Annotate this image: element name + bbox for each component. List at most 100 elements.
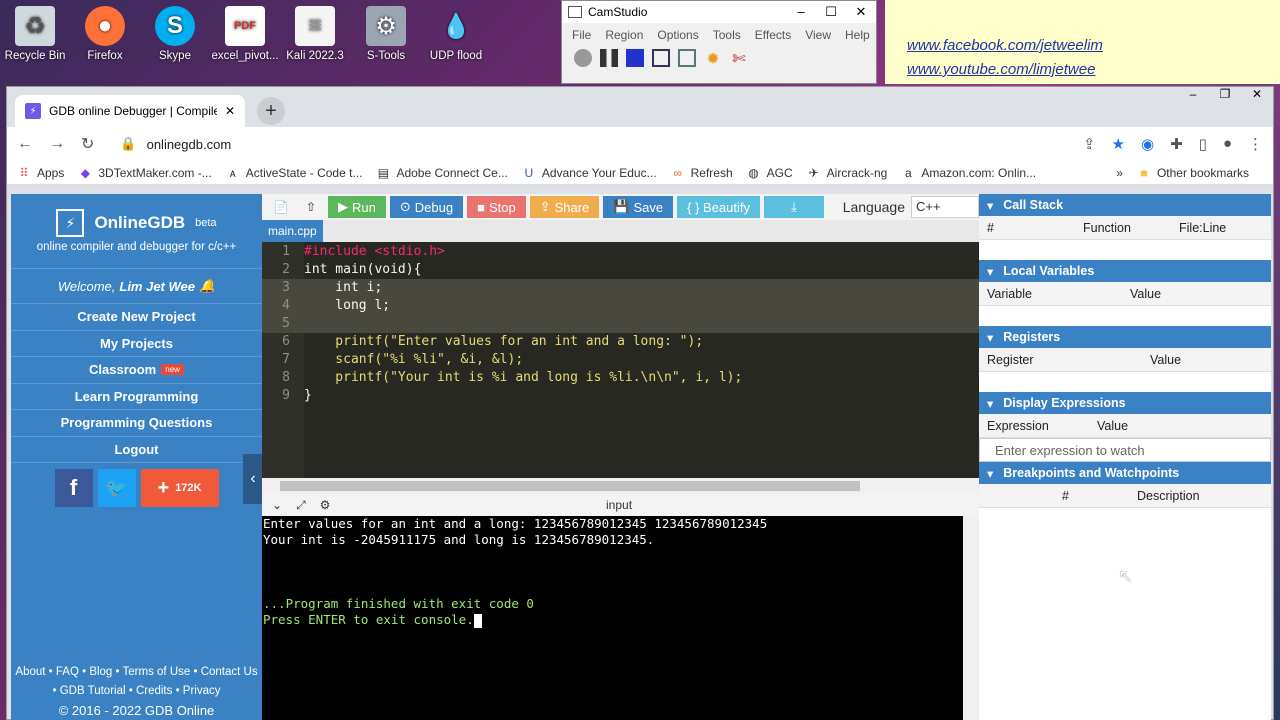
bookmark-apps[interactable]: ⠿ Apps <box>17 166 78 180</box>
desktop-icon-stools[interactable]: ⚙ S-Tools <box>346 6 426 62</box>
sidepanel-icon[interactable]: ▯ <box>1199 135 1207 153</box>
camstudio-menu-file[interactable]: File <box>572 28 591 42</box>
other-bookmarks[interactable]: ■ Other bookmarks <box>1137 166 1263 180</box>
facebook-link[interactable]: www.facebook.com/jetweelim <box>907 34 1280 58</box>
youtube-link[interactable]: www.youtube.com/limjetwee <box>907 58 1280 82</box>
editor-area: 📄 ⇧ ▶ Run ⊙ Debug ■ Stop ⇪ Share 💾 Save { } B… <box>262 194 979 720</box>
download-button[interactable]: ⤓ <box>764 196 825 218</box>
desktop-icon-skype[interactable]: S Skype <box>135 6 215 62</box>
annotate-icon[interactable] <box>678 49 696 67</box>
share-button[interactable]: ⇪ Share <box>529 196 600 218</box>
footer-links-1[interactable]: About • FAQ • Blog • Terms of Use • Cont… <box>11 663 262 682</box>
twitter-share-button[interactable]: 🐦 <box>97 469 136 507</box>
tab-onlinegdb[interactable]: ⚡ GDB online Debugger | Compiler ✕ <box>15 95 245 127</box>
bookmark-activestate[interactable]: ᴀ ActiveState - Code t... <box>226 166 377 180</box>
region-icon[interactable] <box>652 49 670 67</box>
desktop-icon-kali[interactable]: ≡ Kali 2022.3 <box>275 6 355 62</box>
close-tab-icon[interactable]: ✕ <box>225 104 235 118</box>
minimize-icon[interactable]: – <box>786 4 816 20</box>
bookmark-aircrack[interactable]: ✈ Aircrack-ng <box>807 166 902 180</box>
debug-console-icon[interactable]: ⚙ <box>320 498 331 512</box>
facebook-share-button[interactable]: f <box>54 469 93 507</box>
save-button[interactable]: 💾 Save <box>603 196 674 218</box>
file-tab-main-cpp[interactable]: main.cpp <box>262 220 323 242</box>
desktop-icon-excel-pivot[interactable]: PDF excel_pivot... <box>205 6 285 62</box>
code-editor[interactable]: 1 #include <stdio.h> 2 int main(void){ 3 i… <box>262 242 979 478</box>
scroll-thumb[interactable] <box>280 481 860 491</box>
call-stack-header[interactable]: ▾ Call Stack <box>979 194 1271 216</box>
desktop-icon-udp-flood[interactable]: 💧 UDP flood <box>416 6 496 63</box>
camstudio-menu-view[interactable]: View <box>805 28 831 42</box>
chevron-down-icon[interactable]: ⌄ <box>272 498 282 512</box>
expand-icon[interactable]: ⤢ <box>296 498 306 513</box>
editor-horizontal-scrollbar[interactable] <box>262 478 979 494</box>
more-share-button[interactable]: +172K <box>140 469 219 507</box>
upload-icon[interactable]: ⇧ <box>298 196 324 218</box>
bookmark-advance-education[interactable]: U Advance Your Educ... <box>522 166 671 180</box>
share-page-icon[interactable]: ⇪ <box>1083 135 1096 153</box>
camstudio-menu-tools[interactable]: Tools <box>713 28 741 42</box>
new-tab-button[interactable]: + <box>257 97 285 125</box>
menu-logout[interactable]: Logout <box>11 437 262 463</box>
registers-header[interactable]: ▾ Registers <box>979 326 1271 348</box>
camstudio-app-icon <box>568 6 582 18</box>
menu-create-new-project[interactable]: Create New Project <box>11 304 262 331</box>
browser-restore-icon[interactable]: ❐ <box>1209 87 1241 107</box>
desktop-icon-recycle-bin[interactable]: ♻ Recycle Bin <box>0 6 75 62</box>
collapse-sidebar-button[interactable]: ‹ <box>243 454 263 504</box>
puzzle-icon[interactable]: ✚ <box>1170 135 1183 153</box>
bell-icon[interactable]: 🔔 <box>199 278 215 294</box>
camstudio-menu-region[interactable]: Region <box>605 28 643 42</box>
menu-programming-questions[interactable]: Programming Questions <box>11 410 262 437</box>
cut-icon[interactable]: ✄ <box>730 49 748 68</box>
forward-icon[interactable]: → <box>49 135 65 153</box>
io-input-label[interactable]: input <box>606 498 632 512</box>
profile-avatar[interactable]: ● <box>1223 135 1232 153</box>
local-variables-header[interactable]: ▾ Local Variables <box>979 260 1271 282</box>
browser-minimize-icon[interactable]: – <box>1177 87 1209 107</box>
debug-button[interactable]: ⊙ Debug <box>389 196 464 218</box>
beautify-button[interactable]: { } Beautify <box>677 196 761 218</box>
menu-my-projects[interactable]: My Projects <box>11 331 262 357</box>
close-icon[interactable]: ✕ <box>846 4 876 20</box>
record-icon[interactable] <box>574 49 592 67</box>
browser-toolbar: ← → ↻ 🔒 onlinegdb.com ⇪ ★ ◉ ✚ ▯ ● ⋮ <box>7 127 1273 161</box>
bookmark-refresh[interactable]: ∞ Refresh <box>671 166 747 180</box>
bookmark-agc[interactable]: ◍ AGC <box>747 166 807 180</box>
console-vertical-scrollbar[interactable] <box>963 516 979 720</box>
watch-expression-input[interactable]: Enter expression to watch <box>979 438 1271 462</box>
back-icon[interactable]: ← <box>17 135 33 153</box>
user-name[interactable]: Lim Jet Wee <box>119 279 195 294</box>
onlinegdb-logo[interactable]: ⚡ OnlineGDB beta online compiler and debug… <box>11 194 262 269</box>
camstudio-menu-options[interactable]: Options <box>657 28 698 42</box>
camstudio-menu-help[interactable]: Help <box>845 28 870 42</box>
language-label: Language <box>842 199 905 215</box>
new-file-icon[interactable]: 📄 <box>268 196 294 218</box>
browser-close-icon[interactable]: ✕ <box>1241 87 1273 107</box>
settings-sun-icon[interactable]: ✹ <box>704 49 722 68</box>
output-console[interactable]: Enter values for an int and a long: 1234… <box>262 516 979 720</box>
bookmark-3dtextmaker[interactable]: ◆ 3DTextMaker.com -... <box>78 166 225 180</box>
stop-button[interactable]: ■ Stop <box>467 196 526 218</box>
extension-icon[interactable]: ◉ <box>1141 135 1154 153</box>
breakpoints-header[interactable]: ▾ Breakpoints and Watchpoints <box>979 462 1271 484</box>
reload-icon[interactable]: ↻ <box>81 134 94 154</box>
bookmark-adobe-connect[interactable]: ▤ Adobe Connect Ce... <box>376 166 521 180</box>
bookmarks-overflow-icon[interactable]: » <box>1116 166 1123 180</box>
bookmark-amazon[interactable]: a Amazon.com: Onlin... <box>901 166 1050 180</box>
desktop-icon-firefox[interactable]: ● Firefox <box>65 6 145 62</box>
camstudio-menu-effects[interactable]: Effects <box>755 28 791 42</box>
run-button[interactable]: ▶ Run <box>328 196 386 218</box>
display-expressions-header[interactable]: ▾ Display Expressions <box>979 392 1271 414</box>
footer-links-2[interactable]: • GDB Tutorial • Credits • Privacy <box>11 682 262 701</box>
maximize-icon[interactable]: ☐ <box>816 4 846 20</box>
address-bar[interactable]: 🔒 onlinegdb.com <box>110 130 1067 158</box>
menu-learn-programming[interactable]: Learn Programming <box>11 384 262 410</box>
language-select[interactable]: C++ <box>911 196 979 218</box>
code-line: 5 <box>262 315 979 333</box>
bookmark-star-icon[interactable]: ★ <box>1112 135 1125 153</box>
menu-classroom[interactable]: Classroom new <box>11 357 262 384</box>
stop-record-icon[interactable] <box>626 49 644 67</box>
more-menu-icon[interactable]: ⋮ <box>1248 135 1263 153</box>
pause-icon[interactable] <box>600 49 618 67</box>
